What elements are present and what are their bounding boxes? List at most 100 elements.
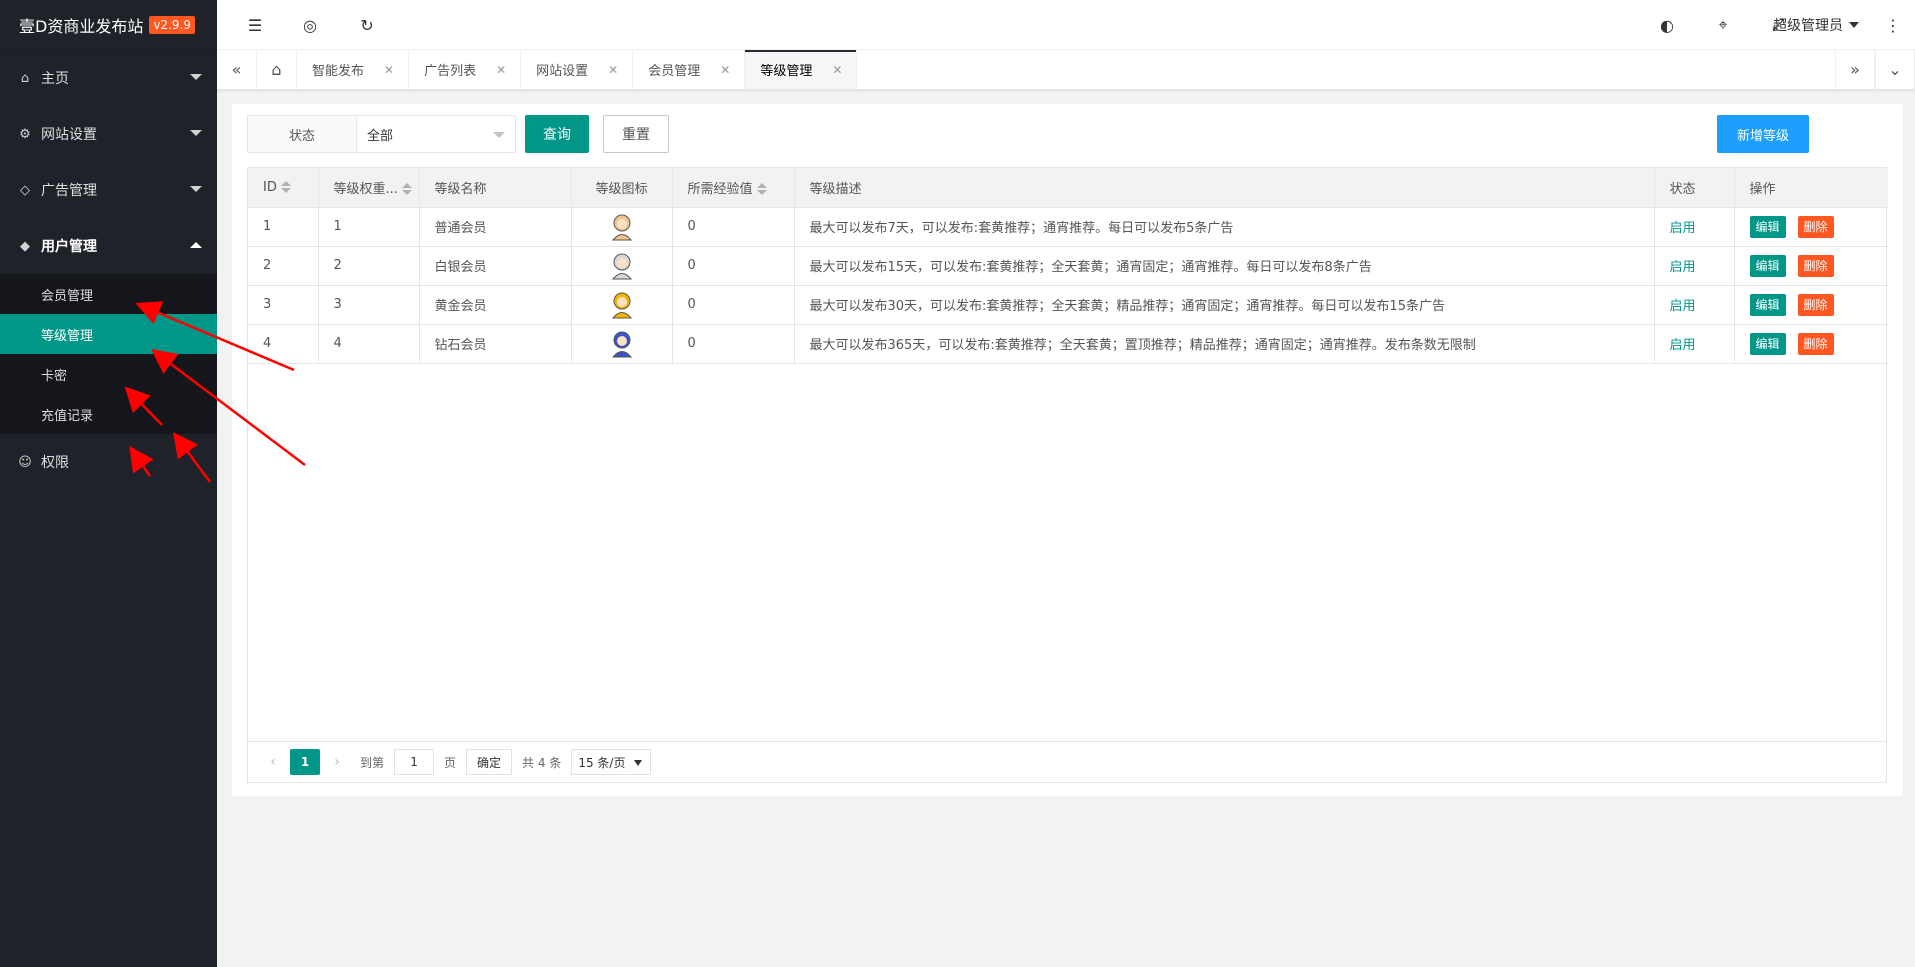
menu-collapse-icon[interactable]: ☰ bbox=[235, 0, 275, 50]
sidebar-item-site-settings[interactable]: ⚙ 网站设置 bbox=[0, 106, 217, 162]
admin-menu[interactable]: 超级管理员 bbox=[1773, 0, 1859, 50]
page-size-select[interactable]: 15 条/页 bbox=[571, 749, 652, 775]
status-filter-value: 全部 bbox=[367, 128, 394, 144]
tab-site-settings[interactable]: 网站设置 ✕ bbox=[521, 50, 634, 89]
table-row: 1 1 普通会员 0 最大可以发布7天，可以发布:套黄推荐；通宵推荐。每日可以发布5条广… bbox=[248, 207, 1888, 247]
prev-page-icon[interactable]: ‹ bbox=[260, 754, 286, 770]
status-filter-select[interactable]: 全部 bbox=[356, 115, 516, 153]
refresh-icon[interactable]: ↻ bbox=[347, 0, 387, 50]
sidebar-item-ads[interactable]: ◇ 广告管理 bbox=[0, 162, 217, 218]
sort-icon[interactable] bbox=[280, 181, 291, 194]
reset-button[interactable]: 重置 bbox=[603, 115, 669, 153]
col-label: ID bbox=[263, 179, 277, 195]
close-icon[interactable]: ✕ bbox=[832, 63, 842, 77]
cell-id: 4 bbox=[248, 324, 319, 364]
cell-actions: 编辑 删除 bbox=[1734, 324, 1888, 364]
table-row: 3 3 黄金会员 0 最大可以发布30天，可以发布:套黄推荐；全天套黄；精品推荐；通宵固… bbox=[248, 285, 1888, 325]
cell-icon bbox=[571, 207, 673, 247]
chevron-up-icon bbox=[190, 242, 202, 248]
cell-weight: 1 bbox=[318, 207, 420, 247]
cell-id: 2 bbox=[248, 246, 319, 286]
tab-label: 等级管理 bbox=[760, 64, 813, 79]
query-button[interactable]: 查询 bbox=[525, 115, 589, 153]
sidebar-subitem-recharge[interactable]: 充值记录 bbox=[0, 394, 217, 434]
theme-icon[interactable]: ◐ bbox=[1647, 0, 1687, 50]
chevron-down-icon bbox=[1849, 22, 1859, 28]
delete-button[interactable]: 删除 bbox=[1797, 293, 1834, 316]
col-status: 状态 bbox=[1654, 168, 1735, 208]
col-icon: 等级图标 bbox=[571, 168, 673, 208]
col-label: 等级权重... bbox=[333, 181, 398, 197]
member-avatar-icon bbox=[611, 253, 632, 279]
edit-button[interactable]: 编辑 bbox=[1749, 293, 1786, 316]
cell-status: 启用 bbox=[1654, 246, 1735, 286]
add-level-button[interactable]: 新增等级 bbox=[1717, 115, 1809, 153]
sidebar-item-label: 网站设置 bbox=[41, 127, 97, 143]
delete-button[interactable]: 删除 bbox=[1797, 215, 1834, 238]
page-input[interactable]: 1 bbox=[394, 749, 435, 775]
app-logo[interactable]: 壹D资商业发布站 v2.9.9 bbox=[0, 0, 217, 50]
cell-weight: 2 bbox=[318, 246, 420, 286]
close-icon[interactable]: ✕ bbox=[720, 63, 730, 77]
close-icon[interactable]: ✕ bbox=[384, 63, 394, 77]
home-icon: ⌂ bbox=[20, 70, 30, 86]
close-icon[interactable]: ✕ bbox=[496, 63, 506, 77]
col-id[interactable]: ID bbox=[248, 168, 319, 208]
cell-id: 1 bbox=[248, 207, 319, 247]
cell-icon bbox=[571, 324, 673, 364]
status-filter-label: 状态 bbox=[247, 115, 357, 153]
cell-exp: 0 bbox=[672, 207, 795, 247]
tabs-scroll-right-icon[interactable]: » bbox=[1835, 50, 1875, 89]
tab-members[interactable]: 会员管理 ✕ bbox=[633, 50, 746, 89]
close-icon[interactable]: ✕ bbox=[608, 63, 618, 77]
tab-label: 智能发布 bbox=[312, 64, 365, 79]
home-tab-icon[interactable]: ⌂ bbox=[257, 50, 297, 89]
member-avatar-icon bbox=[611, 331, 632, 357]
sidebar-subitem-levels[interactable]: 等级管理 bbox=[0, 314, 217, 354]
tab-smart-publish[interactable]: 智能发布 ✕ bbox=[297, 50, 410, 89]
tab-ad-list[interactable]: 广告列表 ✕ bbox=[409, 50, 522, 89]
settings-icon: ⚙ bbox=[19, 126, 31, 142]
cell-id: 3 bbox=[248, 285, 319, 325]
next-page-icon[interactable]: › bbox=[324, 754, 350, 770]
sidebar-item-label: 广告管理 bbox=[41, 183, 97, 199]
col-weight[interactable]: 等级权重... bbox=[318, 168, 420, 208]
current-page[interactable]: 1 bbox=[290, 749, 320, 775]
col-exp[interactable]: 所需经验值 bbox=[672, 168, 795, 208]
cell-name: 钻石会员 bbox=[419, 324, 572, 364]
delete-button[interactable]: 删除 bbox=[1797, 254, 1834, 277]
total-count: 共 4 条 bbox=[522, 755, 562, 770]
pagination: ‹ 1 › 到第 1 页 确定 共 4 条 15 条/页 bbox=[248, 741, 1886, 782]
tabs-scroll-left-icon[interactable]: « bbox=[217, 50, 257, 89]
member-avatar-icon bbox=[611, 292, 632, 318]
chevron-down-icon bbox=[190, 186, 202, 192]
edit-button[interactable]: 编辑 bbox=[1749, 215, 1786, 238]
cell-name: 黄金会员 bbox=[419, 285, 572, 325]
tabs-dropdown-icon[interactable]: ⌄ bbox=[1875, 50, 1915, 89]
diamond-icon: ◆ bbox=[20, 238, 30, 254]
cell-exp: 0 bbox=[672, 246, 795, 286]
edit-button[interactable]: 编辑 bbox=[1749, 254, 1786, 277]
tab-label: 会员管理 bbox=[648, 64, 701, 79]
sort-icon[interactable] bbox=[756, 183, 767, 196]
sidebar-item-users[interactable]: ◆ 用户管理 bbox=[0, 218, 217, 274]
cell-icon bbox=[571, 246, 673, 286]
more-icon[interactable]: ⋮ bbox=[1885, 0, 1901, 50]
sidebar-item-home[interactable]: ⌂ 主页 bbox=[0, 50, 217, 106]
cell-desc: 最大可以发布365天，可以发布:套黄推荐；全天套黄；置顶推荐；精品推荐；通宵固定… bbox=[794, 324, 1655, 364]
table-row: 4 4 钻石会员 0 最大可以发布365天，可以发布:套黄推荐；全天套黄；置顶推荐；精品… bbox=[248, 324, 1888, 364]
delete-button[interactable]: 删除 bbox=[1797, 332, 1834, 355]
globe-icon[interactable]: ◎ bbox=[290, 0, 330, 50]
table-row: 2 2 白银会员 0 最大可以发布15天，可以发布:套黄推荐；全天套黄；通宵固定；通宵推… bbox=[248, 246, 1888, 286]
sidebar-subitem-members[interactable]: 会员管理 bbox=[0, 274, 217, 314]
sidebar-subitem-cards[interactable]: 卡密 bbox=[0, 354, 217, 394]
chevron-down-icon bbox=[190, 74, 202, 80]
sort-icon[interactable] bbox=[401, 183, 412, 196]
tab-levels[interactable]: 等级管理 ✕ bbox=[745, 50, 858, 89]
confirm-page-button[interactable]: 确定 bbox=[466, 749, 513, 775]
tag-icon[interactable]: ⌖ bbox=[1703, 0, 1743, 50]
col-name: 等级名称 bbox=[419, 168, 572, 208]
sidebar-item-permissions[interactable]: ☺ 权限 bbox=[0, 434, 217, 490]
sidebar-item-label: 主页 bbox=[41, 71, 69, 87]
edit-button[interactable]: 编辑 bbox=[1749, 332, 1786, 355]
